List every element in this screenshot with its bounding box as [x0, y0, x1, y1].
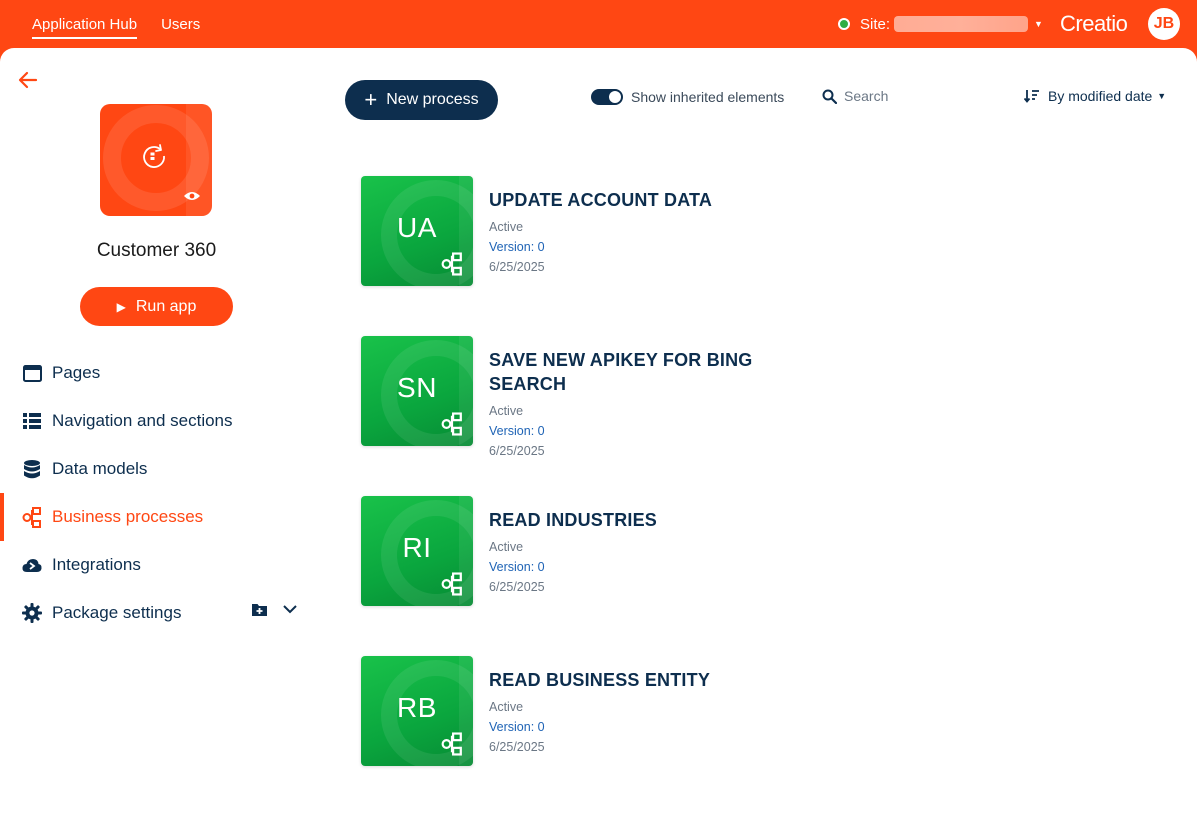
process-icon [441, 572, 462, 596]
process-title: READ BUSINESS ENTITY [489, 670, 711, 690]
site-selector[interactable]: Site: ▼ [838, 0, 1043, 48]
sidebar-item-pages[interactable]: Pages [0, 349, 313, 397]
process-abbreviation: RB [397, 692, 437, 723]
database-icon [22, 459, 42, 479]
main-panel: Customer 360 ▶ Run app Pages Navigation … [0, 48, 1197, 817]
new-process-button[interactable]: + New process [345, 80, 498, 120]
process-status: Active [489, 220, 524, 234]
list-icon [22, 411, 42, 431]
process-info: UPDATE ACCOUNT DATA Active Version: 0 6/… [489, 188, 799, 277]
play-icon: ▶ [116, 299, 126, 314]
sidebar-item-business-processes[interactable]: Business processes [0, 493, 313, 541]
process-title: SAVE NEW APIKEY FOR BING SEARCH [489, 350, 753, 394]
back-button[interactable] [16, 68, 40, 92]
sidebar-item-data-models[interactable]: Data models [0, 445, 313, 493]
process-status: Active [489, 700, 524, 714]
app-tile-graphic [103, 104, 212, 216]
process-abbreviation: RI [402, 532, 432, 563]
process-version: Version: 0 [489, 240, 545, 254]
process-tile: RI [361, 496, 473, 606]
process-title: UPDATE ACCOUNT DATA [489, 190, 713, 210]
side-nav: Pages Navigation and sections Data model… [0, 349, 313, 637]
process-info: READ INDUSTRIES Active Version: 0 6/25/2… [489, 508, 799, 597]
process-date: 6/25/2025 [489, 260, 545, 274]
new-process-label: New process [386, 91, 479, 108]
arrow-left-icon [18, 71, 38, 89]
sidebar-item-label: Navigation and sections [52, 411, 233, 430]
process-date: 6/25/2025 [489, 740, 545, 754]
process-abbreviation: UA [397, 212, 437, 243]
app-name: Customer 360 [96, 240, 217, 261]
app-icon-tile[interactable] [100, 104, 212, 216]
site-name-redacted [894, 16, 1029, 32]
package-actions [252, 603, 297, 616]
chevron-down-icon[interactable] [283, 605, 297, 614]
process-info: READ BUSINESS ENTITY Active Version: 0 6… [489, 668, 799, 757]
process-tile: UA [361, 176, 473, 286]
process-icon [441, 252, 462, 276]
creatio-logo: Creatio [1060, 11, 1128, 36]
show-inherited-label: Show inherited elements [631, 89, 785, 105]
process-icon [22, 506, 42, 528]
sidebar-item-package-settings[interactable]: Package settings [0, 589, 313, 637]
process-abbreviation: SN [397, 372, 437, 403]
tab-users[interactable]: Users [161, 0, 200, 48]
process-icon [441, 412, 462, 436]
sidebar-item-integrations[interactable]: Integrations [0, 541, 313, 589]
chevron-down-icon: ▼ [1034, 19, 1043, 29]
process-version: Version: 0 [489, 560, 545, 574]
process-status: Active [489, 404, 524, 418]
search-placeholder: Search [844, 88, 889, 104]
process-title: READ INDUSTRIES [489, 510, 658, 530]
sidebar-item-label: Pages [52, 363, 101, 382]
pages-icon [22, 363, 42, 383]
sort-icon [1024, 90, 1039, 103]
user-avatar[interactable]: JB [1148, 8, 1180, 40]
site-status-dot [838, 18, 850, 30]
cloud-icon [22, 555, 42, 575]
sort-label: By modified date [1048, 88, 1153, 104]
top-bar: Application Hub Users Site: ▼ Creatio JB [0, 0, 1197, 48]
show-inherited-toggle-group: Show inherited elements [591, 89, 784, 105]
top-nav: Application Hub Users [32, 0, 224, 48]
show-inherited-toggle[interactable] [591, 89, 623, 105]
sidebar-item-label: Business processes [52, 507, 204, 526]
process-icon [441, 732, 462, 756]
tab-application-hub[interactable]: Application Hub [32, 0, 138, 48]
run-app-button[interactable]: ▶ Run app [80, 287, 233, 326]
process-version: Version: 0 [489, 424, 545, 438]
sidebar-item-navigation[interactable]: Navigation and sections [0, 397, 313, 445]
search-input[interactable]: Search [822, 88, 888, 104]
run-app-label: Run app [135, 297, 197, 315]
sort-dropdown[interactable]: By modified date ▼ [1024, 88, 1166, 104]
sidebar-item-label: Data models [52, 459, 148, 478]
process-date: 6/25/2025 [489, 444, 545, 458]
add-folder-icon[interactable] [252, 603, 267, 616]
process-info: SAVE NEW APIKEY FOR BING SEARCH Active V… [489, 348, 799, 461]
process-status: Active [489, 540, 524, 554]
process-tile: SN [361, 336, 473, 446]
search-icon [822, 89, 837, 104]
process-date: 6/25/2025 [489, 580, 545, 594]
sidebar-item-label: Package settings [52, 603, 182, 622]
sidebar-item-label: Integrations [52, 555, 141, 574]
process-version: Version: 0 [489, 720, 545, 734]
site-label: Site: [860, 15, 891, 33]
customer-360-icon [143, 144, 165, 168]
chevron-down-icon: ▼ [1157, 91, 1167, 101]
plus-icon: + [364, 87, 378, 112]
gear-icon [22, 603, 42, 623]
process-tile: RB [361, 656, 473, 766]
